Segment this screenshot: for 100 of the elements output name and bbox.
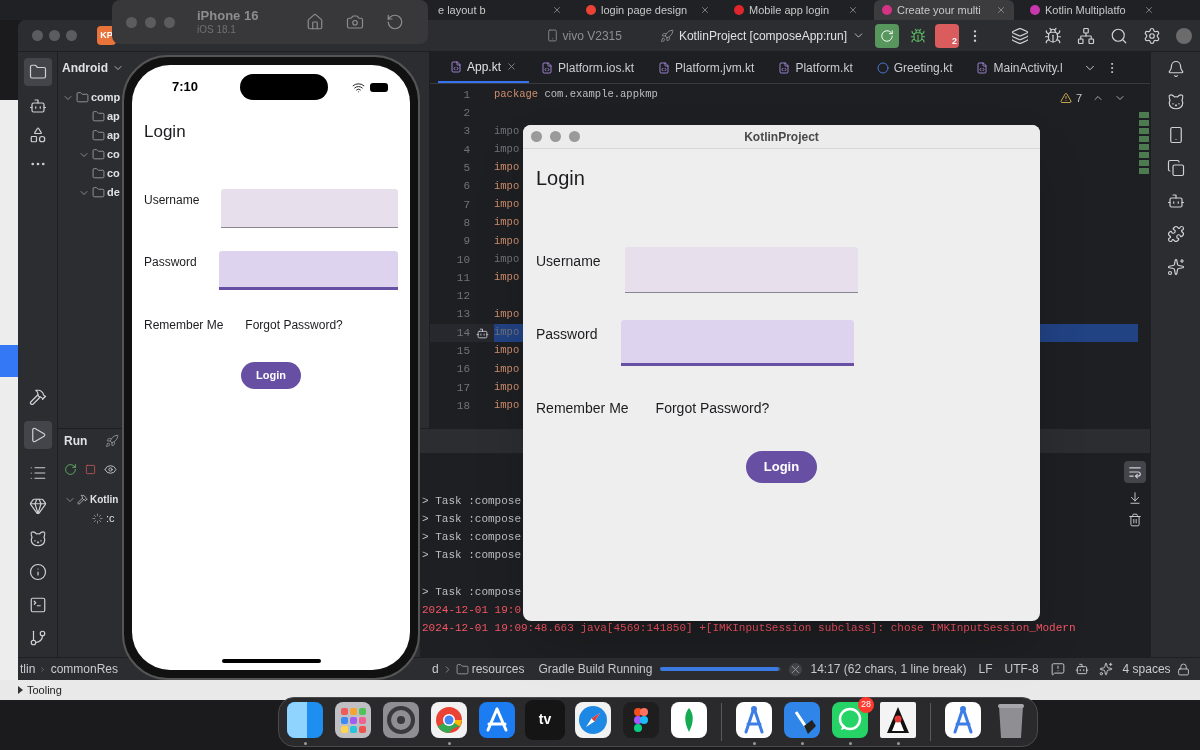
forgot-password-link[interactable]: Forgot Password?: [245, 315, 343, 334]
forgot-password-link[interactable]: Forgot Password?: [655, 398, 770, 419]
sparkle-icon[interactable]: [1166, 258, 1185, 276]
tv-app-icon[interactable]: tv: [525, 699, 565, 740]
project-view-selector[interactable]: Android: [62, 59, 108, 77]
tree-item[interactable]: comp: [91, 89, 121, 106]
tree-item[interactable]: co: [107, 165, 120, 182]
stop-button[interactable]: 2: [935, 23, 959, 48]
browser-tab[interactable]: Kotlin Multiplatfo: [1022, 0, 1162, 20]
browser-tab[interactable]: login page design: [578, 0, 718, 20]
text-field[interactable]: [218, 250, 398, 290]
login-button[interactable]: Login: [746, 451, 817, 483]
sparkle-icon[interactable]: [1098, 662, 1113, 676]
caret-position[interactable]: 14:17 (62 chars, 1 line break): [810, 660, 967, 678]
browser-tab[interactable]: Create your multi: [874, 0, 1014, 20]
robot-icon[interactable]: [28, 97, 47, 115]
browser-tab[interactable]: e layout b: [430, 0, 570, 20]
breadcrumb[interactable]: tlin: [20, 660, 36, 678]
puzzle-icon[interactable]: [1166, 225, 1185, 243]
breadcrumb[interactable]: commonRes: [50, 660, 118, 678]
code-line: impo: [494, 123, 520, 139]
line-number: 12: [455, 289, 470, 305]
git-branch-icon[interactable]: [28, 629, 47, 647]
rocket-icon[interactable]: [105, 434, 120, 448]
run-tree-item[interactable]: :c: [106, 510, 115, 527]
tree-item[interactable]: ap: [107, 127, 120, 144]
close-icon[interactable]: [700, 5, 710, 15]
text-field[interactable]: [221, 188, 398, 228]
hammer-icon[interactable]: [782, 699, 822, 740]
editor-tab[interactable]: Platform.kt: [766, 52, 865, 83]
browser-tab[interactable]: Mobile app login: [726, 0, 866, 20]
robot-icon[interactable]: [1074, 662, 1089, 676]
lock-icon[interactable]: [1177, 662, 1190, 676]
run-tool-button[interactable]: [23, 421, 52, 449]
breadcrumb[interactable]: resources: [471, 660, 525, 678]
rerun-button[interactable]: [875, 23, 899, 48]
file-encoding[interactable]: UTF-8: [1004, 660, 1039, 678]
text-field[interactable]: [624, 247, 858, 293]
app-grid-icon[interactable]: [333, 699, 373, 740]
hammer-icon: [77, 494, 88, 505]
home-icon[interactable]: [306, 13, 324, 31]
info-icon[interactable]: [28, 563, 47, 581]
tree-item[interactable]: ap: [107, 108, 120, 125]
message-icon[interactable]: [1050, 662, 1065, 676]
search-icon[interactable]: [1110, 26, 1128, 45]
run-tree-item[interactable]: Kotlin: [90, 492, 119, 507]
chat-bubble-icon[interactable]: [830, 699, 870, 740]
split-square-icon[interactable]: [285, 699, 325, 740]
tree-item[interactable]: co: [107, 146, 120, 163]
browser-icon[interactable]: [429, 699, 469, 740]
close-icon[interactable]: [552, 5, 562, 15]
cat-icon[interactable]: [28, 530, 47, 548]
device-selector[interactable]: vivo V2315: [545, 26, 622, 45]
editor-tab[interactable]: Platform.jvm.kt: [646, 52, 767, 83]
tree-item[interactable]: de: [107, 184, 120, 201]
text-field[interactable]: [621, 320, 855, 366]
shapes-icon[interactable]: [28, 126, 47, 144]
shapes-icon[interactable]: [621, 699, 661, 740]
robot-icon[interactable]: [1166, 192, 1185, 210]
line-separator[interactable]: LF: [978, 660, 993, 678]
avatar[interactable]: [1176, 27, 1192, 44]
settings-icon[interactable]: [1143, 26, 1161, 45]
login-button[interactable]: Login: [241, 361, 301, 389]
drafting-compass-icon[interactable]: [943, 699, 983, 740]
cancel-icon[interactable]: [789, 662, 803, 676]
editor-tab[interactable]: App.kt: [438, 52, 530, 83]
layers-icon[interactable]: [1011, 26, 1029, 45]
editor-tab[interactable]: Platform.ios.kt: [529, 52, 647, 83]
rotate-icon[interactable]: [386, 13, 404, 31]
close-icon[interactable]: [1144, 5, 1154, 15]
project-tool-button[interactable]: [23, 58, 52, 86]
bug-icon[interactable]: [1044, 26, 1062, 45]
leaf-icon[interactable]: [669, 699, 709, 740]
compass-icon[interactable]: [573, 699, 613, 740]
bell-icon[interactable]: [1166, 60, 1185, 78]
copy-icon[interactable]: [1166, 159, 1185, 177]
scroll-to-end-icon[interactable]: [1128, 491, 1142, 505]
drafting-compass-icon[interactable]: [734, 699, 774, 740]
close-icon[interactable]: [996, 5, 1006, 15]
editor-tab[interactable]: Greeting.kt: [864, 52, 965, 83]
wrap-icon: [1128, 465, 1142, 479]
close-icon[interactable]: [506, 61, 518, 72]
hammer-icon[interactable]: [28, 388, 47, 406]
breadcrumb[interactable]: d: [432, 660, 439, 678]
soft-wrap-button[interactable]: [1124, 461, 1146, 483]
list-icon[interactable]: [28, 464, 47, 482]
camera-icon[interactable]: [346, 13, 364, 31]
cat-icon[interactable]: [1166, 93, 1185, 111]
rerun-icon[interactable]: [64, 463, 77, 476]
close-icon[interactable]: [848, 5, 858, 15]
trash-icon[interactable]: [1128, 513, 1142, 527]
code-line: impo: [494, 380, 520, 395]
gem-icon[interactable]: [28, 497, 47, 515]
network-icon[interactable]: [1077, 26, 1095, 45]
run-configuration[interactable]: KotlinProject [composeApp:run]: [659, 26, 865, 45]
eye-icon[interactable]: [104, 463, 117, 476]
terminal-icon[interactable]: [28, 596, 47, 614]
editor-tab[interactable]: MainActivity.l: [964, 52, 1075, 83]
gear-icon[interactable]: [381, 699, 421, 740]
indent-setting[interactable]: 4 spaces: [1122, 660, 1171, 678]
